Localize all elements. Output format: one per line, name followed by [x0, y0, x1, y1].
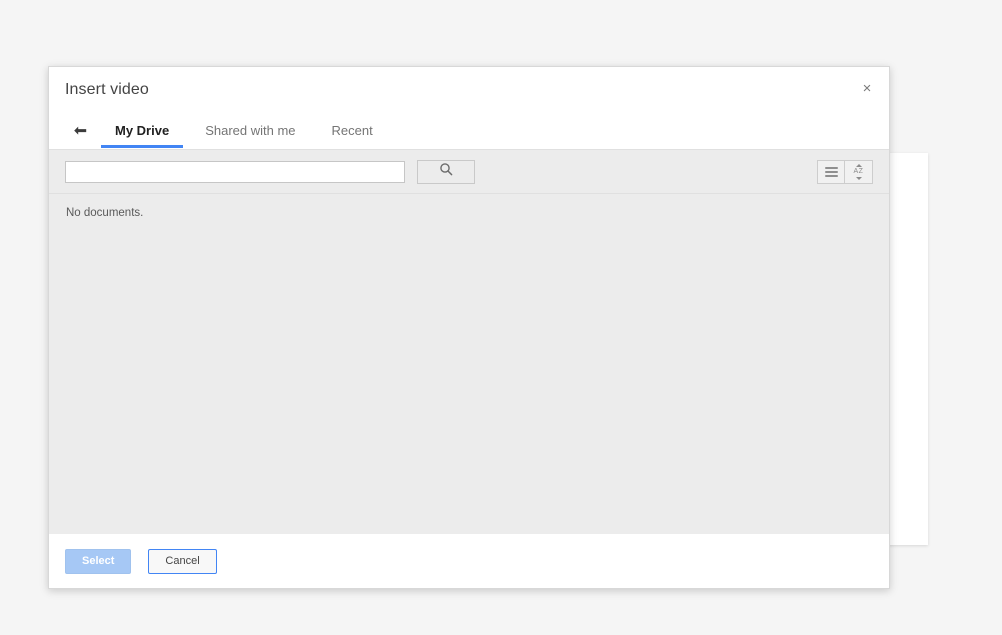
cancel-button[interactable]: Cancel	[148, 548, 217, 574]
empty-state-message: No documents.	[66, 207, 144, 219]
tab-my-drive[interactable]: My Drive	[101, 115, 184, 148]
sort-az-label: AZ	[853, 168, 864, 175]
view-options-group: AZ	[817, 159, 873, 184]
file-list-area[interactable]: No documents.	[49, 194, 889, 534]
search-input[interactable]	[65, 160, 405, 183]
search-button[interactable]	[417, 159, 475, 184]
select-button[interactable]: Select	[65, 548, 132, 574]
sort-az-icon: AZ	[851, 163, 867, 180]
dialog-header: Insert video ×	[49, 67, 889, 115]
dialog-title: Insert video	[65, 81, 149, 98]
search-icon	[439, 162, 453, 181]
list-view-button[interactable]	[817, 159, 845, 184]
back-arrow-icon[interactable]	[63, 115, 97, 148]
list-view-icon	[824, 166, 838, 177]
search-toolbar: AZ	[49, 150, 889, 194]
dialog-footer: Select Cancel	[49, 534, 889, 588]
sort-button[interactable]: AZ	[845, 159, 873, 184]
tab-recent[interactable]: Recent	[318, 115, 387, 148]
tab-bar: My Drive Shared with me Recent	[49, 115, 889, 150]
insert-video-dialog: Insert video × My Drive Shared with me R…	[48, 66, 890, 589]
tab-shared-with-me[interactable]: Shared with me	[191, 115, 309, 148]
close-icon[interactable]: ×	[855, 77, 879, 101]
